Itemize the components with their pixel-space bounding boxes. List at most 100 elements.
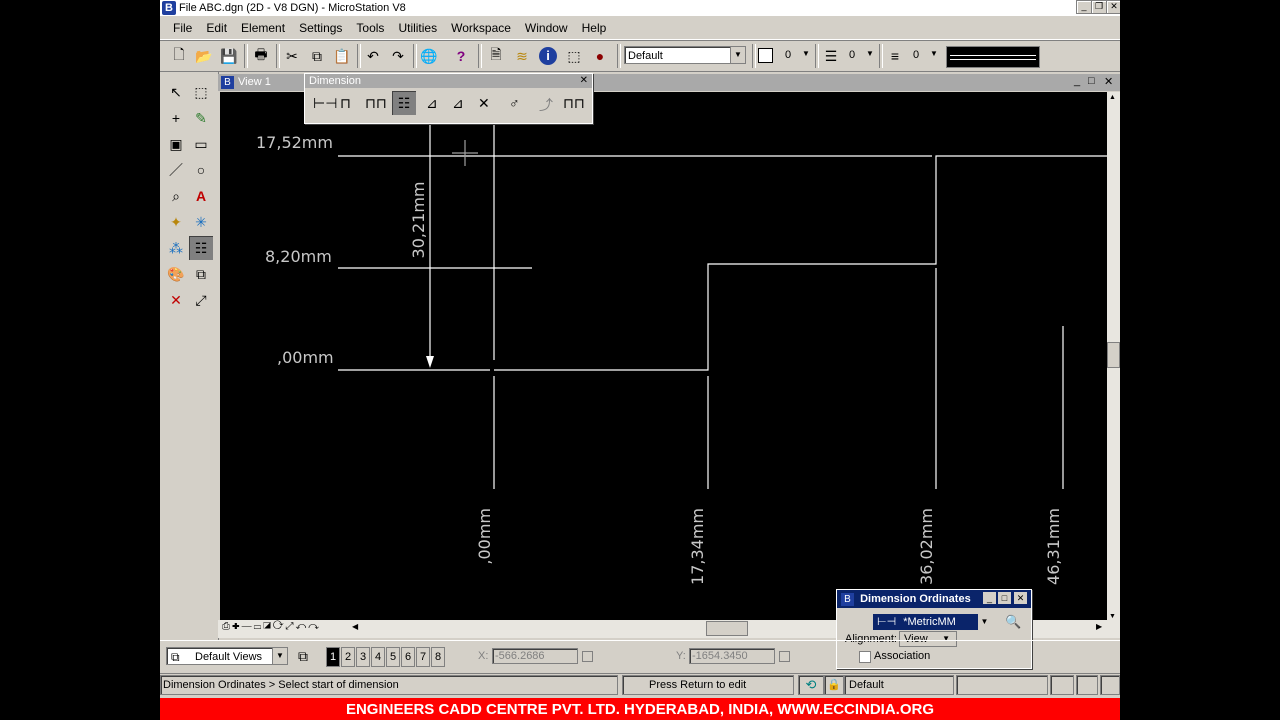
dialog-maximize-icon[interactable]: □ xyxy=(998,592,1011,604)
restore-button[interactable]: ❐ xyxy=(1091,0,1107,14)
dim-radius-icon[interactable]: ♂ xyxy=(509,95,520,111)
dim-angle-lines-icon[interactable]: ✕ xyxy=(478,95,490,112)
render-icon[interactable]: ● xyxy=(589,45,611,67)
paste-icon[interactable]: 📋 xyxy=(331,45,353,67)
style-dropdown-icon[interactable]: ▼ xyxy=(866,49,874,58)
circle-icon[interactable]: ○ xyxy=(189,158,213,182)
menu-element[interactable]: Element xyxy=(234,21,292,35)
y-lock-checkbox[interactable] xyxy=(779,651,790,662)
levels-icon[interactable]: ≋ xyxy=(511,45,533,67)
x-lock-checkbox[interactable] xyxy=(582,651,593,662)
scale-icon[interactable]: ⤢ xyxy=(189,288,213,312)
close-button[interactable]: ✕ xyxy=(1106,0,1120,14)
line-icon[interactable]: ／ xyxy=(164,158,188,182)
dim-ordinate-icon[interactable]: ☷ xyxy=(392,91,416,115)
dim-location-icon[interactable]: ⊓⊓ xyxy=(365,95,387,112)
view-button-2[interactable]: 2 xyxy=(341,647,355,667)
view-button-7[interactable]: 7 xyxy=(416,647,430,667)
manipulate-icon[interactable]: ✎ xyxy=(189,106,213,130)
weight-dropdown-icon[interactable]: ▼ xyxy=(930,49,938,58)
snap-mode-icon[interactable]: ⟲ xyxy=(798,675,824,695)
line-style-icon[interactable]: ☰ xyxy=(820,45,842,67)
selection-box-icon[interactable]: ⬚ xyxy=(189,80,213,104)
dim-style-combo[interactable]: ⊢⊣ *MetricMM ▼ xyxy=(873,614,991,630)
saved-views-combo[interactable]: ⧉ Default Views ▼ xyxy=(166,647,288,665)
view-button-1[interactable]: 1 xyxy=(326,647,340,667)
line-weight-icon[interactable]: ≡ xyxy=(884,45,906,67)
element-info-icon[interactable]: i xyxy=(537,45,559,67)
menu-tools[interactable]: Tools xyxy=(349,21,391,35)
x-coordinate-field[interactable]: -566.2686 xyxy=(492,648,578,664)
dim-size-stroke-icon[interactable]: ⊓ xyxy=(340,95,351,112)
dim-angle-location-icon[interactable]: ⊿ xyxy=(452,95,464,112)
cut-icon[interactable]: ✂ xyxy=(281,45,303,67)
menu-edit[interactable]: Edit xyxy=(199,21,234,35)
dim-angle-size-icon[interactable]: ⊿ xyxy=(426,95,438,112)
view-button-5[interactable]: 5 xyxy=(386,647,400,667)
text-icon[interactable]: A xyxy=(189,184,213,208)
measure-icon[interactable]: ⌕ xyxy=(164,184,188,208)
vertical-scroll-thumb[interactable] xyxy=(1107,342,1120,368)
view-maximize-icon[interactable]: □ xyxy=(1088,75,1095,87)
lock-icon[interactable]: 🔒 xyxy=(824,675,844,695)
redo-icon[interactable]: ↷ xyxy=(387,45,409,67)
dim-element-icon[interactable]: ⤴ xyxy=(539,95,553,115)
delete-icon[interactable]: ✕ xyxy=(164,288,188,312)
view-controls-icons[interactable]: ⎙✚━▭◪⟳⤢↶↷ xyxy=(222,621,321,632)
copy-element-icon[interactable]: ⧉ xyxy=(189,262,213,286)
scroll-down-icon[interactable]: ▼ xyxy=(1109,613,1116,620)
menu-window[interactable]: Window xyxy=(518,21,575,35)
print-icon[interactable]: 🖶 xyxy=(250,45,272,67)
select-element-icon[interactable]: ↖ xyxy=(164,80,188,104)
place-point-icon[interactable]: + xyxy=(164,106,188,130)
menu-help[interactable]: Help xyxy=(575,21,614,35)
web-globe-icon[interactable]: 🌐 xyxy=(418,45,440,67)
dialog-close-icon[interactable]: ✕ xyxy=(1014,592,1027,604)
color-dropdown-icon[interactable]: ▼ xyxy=(802,49,810,58)
fence-tool-icon[interactable]: ▣ xyxy=(164,132,188,156)
view-button-8[interactable]: 8 xyxy=(431,647,445,667)
drawing-canvas[interactable]: 17,52mm 8,20mm ,00mm 30,21mm ,00mm 17,34… xyxy=(220,92,1107,620)
help-icon[interactable]: ? xyxy=(450,45,472,67)
vertical-scrollbar[interactable]: ▲ ▼ xyxy=(1107,92,1120,622)
view-groups-icon[interactable]: ⧉ xyxy=(298,648,308,665)
magnifier-icon[interactable]: 🔍 xyxy=(1005,614,1021,630)
active-level-status[interactable]: Default xyxy=(844,675,954,695)
references-icon[interactable]: 🗎 xyxy=(485,45,507,67)
dim-size-arrow-icon[interactable]: ⊢⊣ xyxy=(313,95,337,112)
new-file-icon[interactable]: 🗋 xyxy=(168,45,190,67)
menu-settings[interactable]: Settings xyxy=(292,21,349,35)
view-button-6[interactable]: 6 xyxy=(401,647,415,667)
save-icon[interactable]: 💾 xyxy=(218,45,240,67)
dim-style-dropdown-icon[interactable]: ▼ xyxy=(978,614,991,630)
minimize-button[interactable]: _ xyxy=(1076,0,1092,14)
dialog-minimize-icon[interactable]: _ xyxy=(983,592,996,604)
cell-icon[interactable]: ✦ xyxy=(164,210,188,234)
menu-file[interactable]: File xyxy=(166,21,199,35)
dimension-tool-icon[interactable]: ⁂ xyxy=(164,236,188,260)
dim-update-icon[interactable]: ⊓⊓ xyxy=(563,95,585,112)
active-level-combo[interactable]: Default ▼ xyxy=(624,46,746,64)
horizontal-scroll-thumb[interactable] xyxy=(706,621,748,636)
pattern-icon[interactable]: ✳ xyxy=(189,210,213,234)
undo-icon[interactable]: ↶ xyxy=(362,45,384,67)
views-dropdown-icon[interactable]: ▼ xyxy=(272,648,287,664)
rectangle-icon[interactable]: ▭ xyxy=(189,132,213,156)
palette-icon[interactable]: 🎨 xyxy=(164,262,188,286)
open-file-icon[interactable]: 📂 xyxy=(193,45,215,67)
fence-icon[interactable]: ⬚ xyxy=(563,45,585,67)
copy-icon[interactable]: ⧉ xyxy=(306,45,328,67)
scroll-right-icon[interactable]: ▶ xyxy=(1096,622,1102,631)
menu-workspace[interactable]: Workspace xyxy=(444,21,518,35)
palette-close-icon[interactable]: ✕ xyxy=(580,74,588,88)
chevron-down-icon[interactable]: ▼ xyxy=(730,47,745,63)
color-swatch-icon[interactable] xyxy=(758,48,773,63)
scroll-up-icon[interactable]: ▲ xyxy=(1109,94,1116,101)
menu-utilities[interactable]: Utilities xyxy=(391,21,444,35)
view-button-4[interactable]: 4 xyxy=(371,647,385,667)
scroll-left-icon[interactable]: ◀ xyxy=(352,622,358,631)
view-minimize-icon[interactable]: _ xyxy=(1074,75,1080,87)
y-coordinate-field[interactable]: -1654.3450 xyxy=(689,648,775,664)
view-close-icon[interactable]: ✕ xyxy=(1104,75,1113,88)
view-button-3[interactable]: 3 xyxy=(356,647,370,667)
